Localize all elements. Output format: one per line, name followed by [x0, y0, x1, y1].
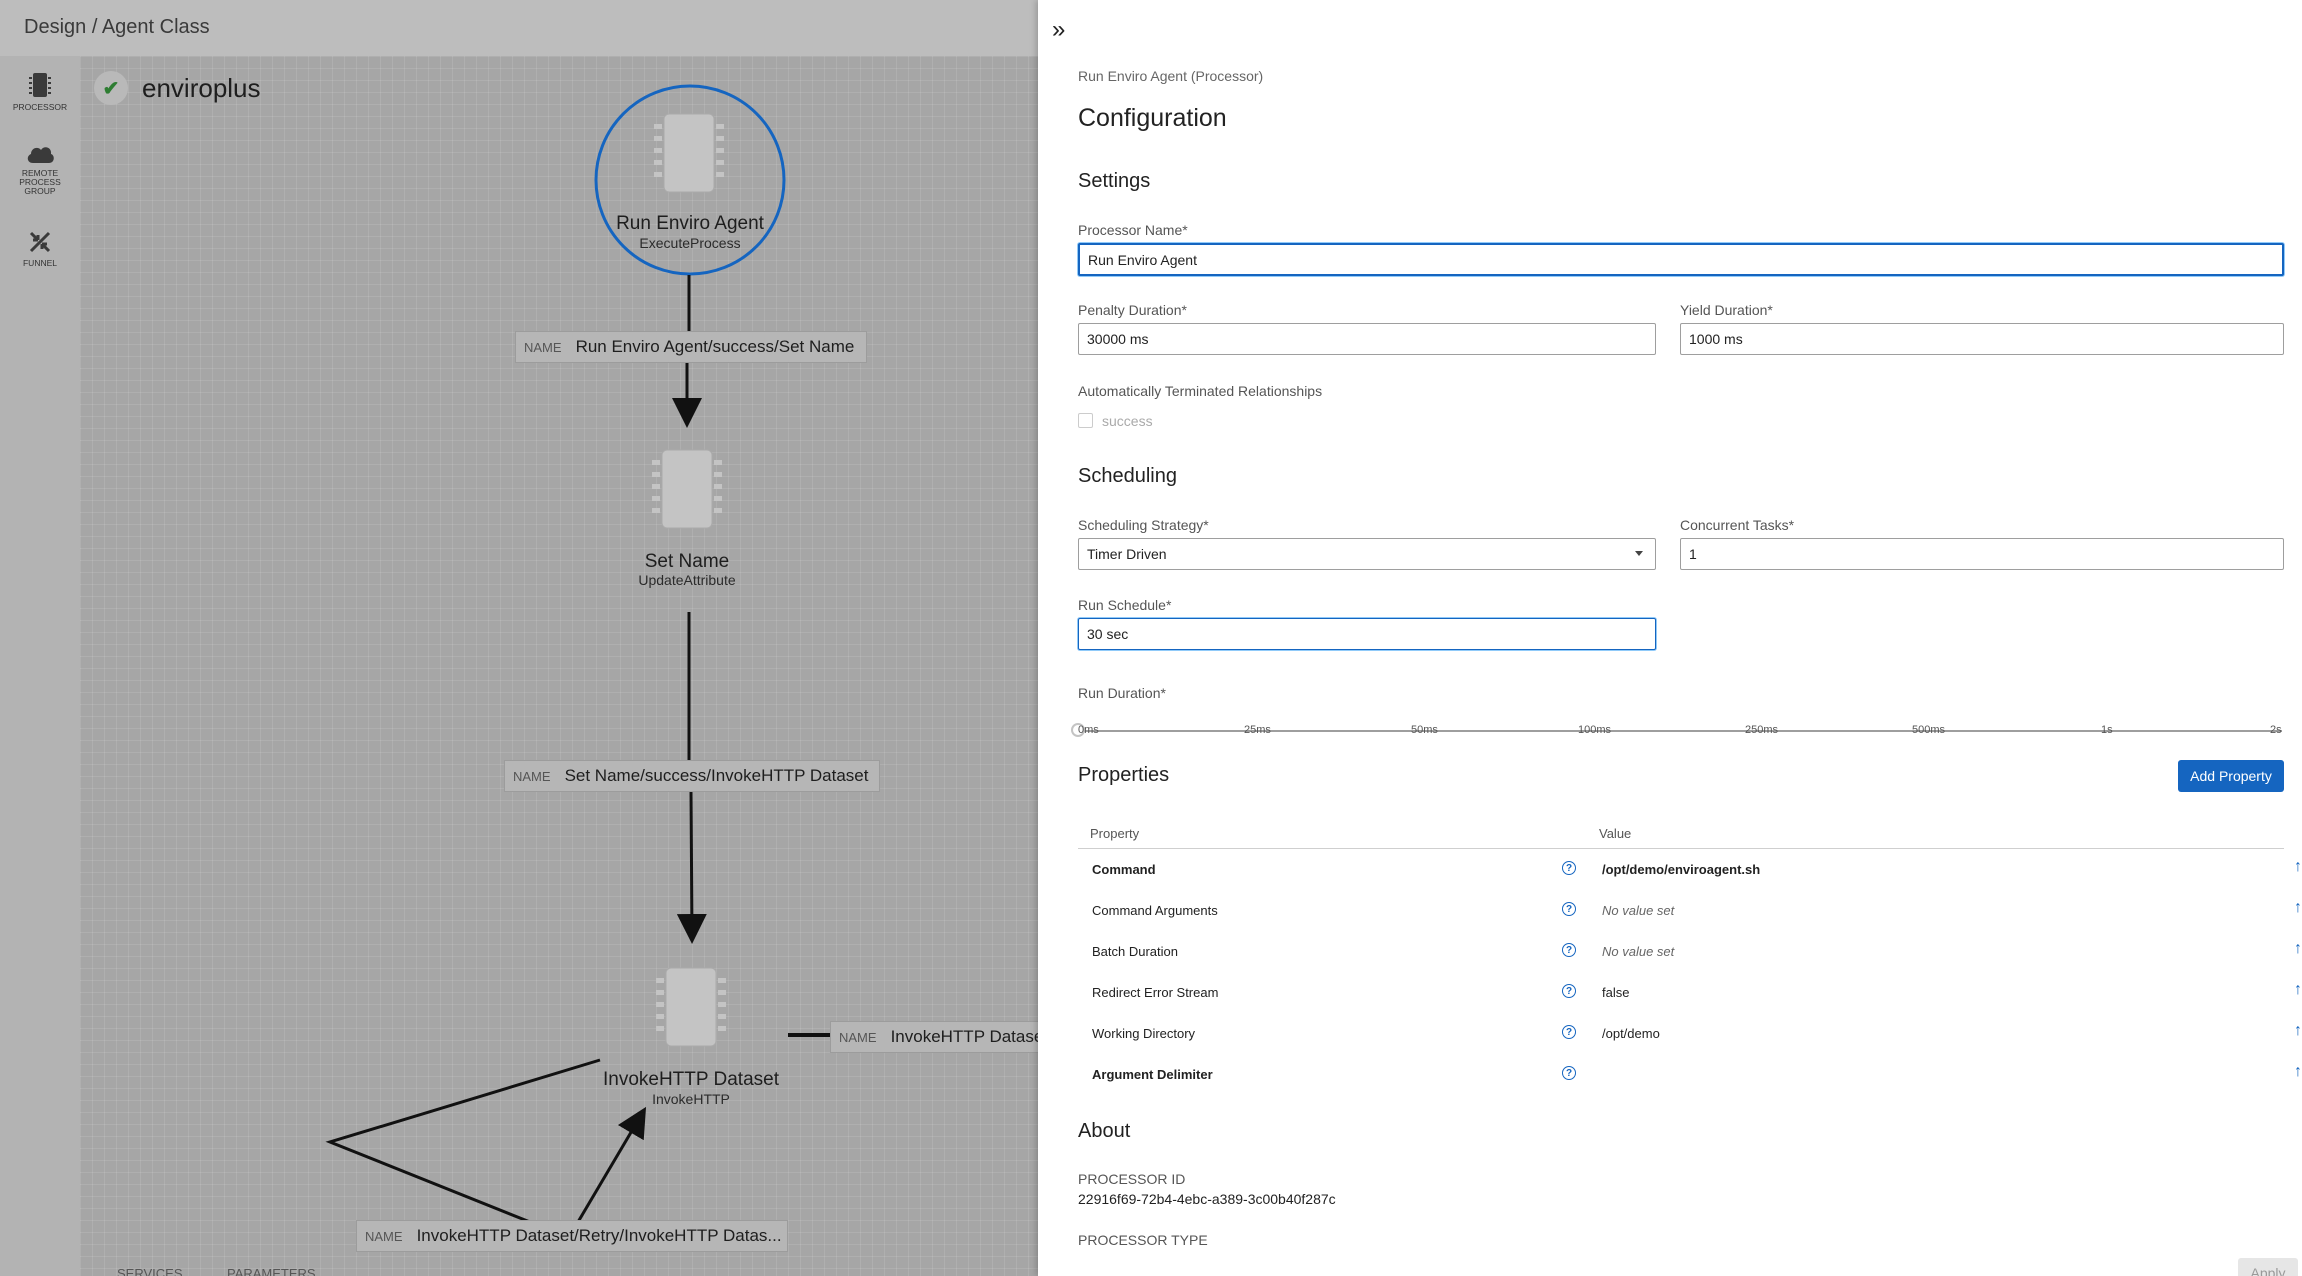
slider-tick: 1s — [2101, 724, 2113, 736]
slider-tick: 100ms — [1578, 724, 1612, 736]
arrow-up-icon[interactable]: ↑ — [2294, 858, 2302, 876]
add-property-button[interactable]: Add Property — [2178, 760, 2284, 792]
help-circle-icon[interactable]: ? — [1562, 943, 1576, 957]
connection-label-key: NAME — [839, 1029, 877, 1045]
node-type: ExecuteProcess — [639, 235, 741, 251]
scheduling-strategy-select[interactable]: Timer Driven — [1078, 538, 1656, 570]
connection-label[interactable]: NAME Set Name/success/InvokeHTTP Dataset — [504, 760, 880, 792]
property-name: Redirect Error Stream — [1092, 985, 1219, 1000]
yield-duration-input[interactable]: 1000 ms — [1680, 323, 2284, 355]
arrow-up-icon[interactable]: ↑ — [2294, 981, 2302, 999]
canvas-connections — [325, 84, 830, 1224]
connection-label-key: NAME — [365, 1228, 403, 1244]
column-header-value: Value — [1599, 826, 1632, 841]
yield-duration-label: Yield Duration* — [1680, 302, 1773, 318]
help-circle-icon[interactable]: ? — [1562, 902, 1576, 916]
success-checkbox[interactable] — [1078, 413, 1093, 428]
slider-tick: 250ms — [1745, 724, 1779, 736]
slider-tick: 25ms — [1244, 724, 1271, 736]
table-row[interactable]: Redirect Error Stream ? false ↑ — [1078, 973, 2302, 1014]
flow-canvas-area: Design / Agent Class PROCESSOR REMOTE PR… — [0, 0, 1038, 1276]
help-circle-icon[interactable]: ? — [1562, 984, 1576, 998]
success-checkbox-label: success — [1102, 413, 1153, 429]
node-title[interactable]: Set Name — [587, 552, 787, 572]
about-heading: About — [1078, 1120, 1131, 1142]
scheduling-strategy-value: Timer Driven — [1087, 546, 1167, 562]
table-row[interactable]: Working Directory ? /opt/demo ↑ — [1078, 1014, 2302, 1055]
property-name: Command Arguments — [1092, 903, 1218, 918]
concurrent-tasks-label: Concurrent Tasks* — [1680, 517, 1795, 533]
table-row[interactable]: Argument Delimiter ? ↑ — [1078, 1055, 2302, 1096]
connection-line-4b[interactable] — [576, 1106, 647, 1223]
connection-label[interactable]: NAME InvokeHTTP Datase — [830, 1021, 1038, 1053]
property-value[interactable]: /opt/demo — [1602, 1026, 1660, 1041]
table-row[interactable]: Command ? /opt/demo/enviroagent.sh ↑ — [1078, 850, 2302, 891]
slider-tick: 50ms — [1411, 724, 1438, 736]
connection-label-value: Run Enviro Agent/success/Set Name — [575, 337, 855, 356]
run-schedule-label: Run Schedule* — [1078, 597, 1172, 613]
scheduling-heading: Scheduling — [1078, 465, 1177, 487]
connection-label[interactable]: NAME Run Enviro Agent/success/Set Name — [515, 331, 867, 363]
panel-subtitle: Run Enviro Agent (Processor) — [1078, 68, 1264, 84]
processor-type-label: PROCESSOR TYPE — [1078, 1232, 1208, 1248]
connection-label-value: Set Name/success/InvokeHTTP Dataset — [564, 766, 869, 785]
slider-tick: 2s — [2270, 724, 2282, 736]
property-value[interactable]: false — [1602, 985, 1629, 1000]
connection-line-4a[interactable] — [325, 1058, 601, 1224]
node-type: UpdateAttribute — [638, 572, 736, 588]
help-circle-icon[interactable]: ? — [1562, 861, 1576, 875]
table-header-divider — [1078, 848, 2284, 849]
connection-label[interactable]: NAME InvokeHTTP Dataset/Retry/InvokeHTTP… — [356, 1220, 788, 1252]
column-header-property: Property — [1090, 826, 1140, 841]
processor-id-value: 22916f69-72b4-4ebc-a389-3c00b40f287c — [1078, 1191, 1336, 1207]
connection-label-key: NAME — [524, 339, 562, 355]
slider-tick: 500ms — [1912, 724, 1946, 736]
concurrent-tasks-input[interactable]: 1 — [1680, 538, 2284, 570]
processor-id-label: PROCESSOR ID — [1078, 1171, 1186, 1187]
auto-terminated-label: Automatically Terminated Relationships — [1078, 383, 1323, 399]
chevron-down-icon — [1635, 551, 1643, 556]
slider-tick: 0ms — [1078, 724, 1099, 736]
panel-title: Configuration — [1078, 104, 1227, 132]
run-duration-label: Run Duration* — [1078, 685, 1166, 701]
table-row[interactable]: Batch Duration ? No value set ↑ — [1078, 932, 2302, 973]
processor-name-label: Processor Name* — [1078, 222, 1188, 238]
arrow-up-icon[interactable]: ↑ — [2294, 899, 2302, 917]
help-circle-icon[interactable]: ? — [1562, 1025, 1576, 1039]
processor-icon[interactable] — [652, 449, 722, 529]
arrow-up-icon[interactable]: ↑ — [2294, 940, 2302, 958]
property-name: Working Directory — [1092, 1026, 1196, 1041]
connection-label-value: InvokeHTTP Datase — [890, 1027, 1038, 1046]
node-title[interactable]: InvokeHTTP Dataset — [566, 1070, 816, 1090]
penalty-duration-input[interactable]: 30000 ms — [1078, 323, 1656, 355]
double-chevron-right-icon[interactable]: » — [1052, 16, 1065, 44]
arrow-up-icon[interactable]: ↑ — [2294, 1063, 2302, 1081]
property-name: Argument Delimiter — [1092, 1067, 1213, 1082]
property-value[interactable]: /opt/demo/enviroagent.sh — [1602, 862, 1760, 877]
arrow-up-icon[interactable]: ↑ — [2294, 1022, 2302, 1040]
property-name: Command — [1092, 862, 1156, 877]
settings-heading: Settings — [1078, 170, 1151, 192]
node-title[interactable]: Run Enviro Agent — [590, 214, 790, 234]
connection-label-key: NAME — [513, 768, 551, 784]
configuration-panel: » Run Enviro Agent (Processor) Configura… — [1038, 0, 2302, 1276]
scheduling-strategy-label: Scheduling Strategy* — [1078, 517, 1209, 533]
processor-icon[interactable] — [654, 113, 724, 193]
tab-parameters[interactable]: PARAMETERS — [227, 1266, 316, 1276]
properties-heading: Properties — [1078, 764, 1170, 786]
property-value[interactable]: No value set — [1602, 944, 1674, 959]
connection-line-2b[interactable] — [676, 789, 707, 944]
apply-button[interactable]: Apply — [2238, 1258, 2298, 1276]
connection-label-value: InvokeHTTP Dataset/Retry/InvokeHTTP Data… — [416, 1226, 782, 1245]
processor-icon[interactable] — [656, 967, 726, 1047]
node-type: InvokeHTTP — [652, 1091, 730, 1107]
penalty-duration-label: Penalty Duration* — [1078, 302, 1187, 318]
processor-name-input[interactable]: Run Enviro Agent — [1078, 243, 2284, 276]
tab-services[interactable]: SERVICES — [117, 1266, 183, 1276]
run-schedule-input[interactable]: 30 sec — [1078, 618, 1656, 650]
help-circle-icon[interactable]: ? — [1562, 1066, 1576, 1080]
property-value[interactable]: No value set — [1602, 903, 1674, 918]
property-name: Batch Duration — [1092, 944, 1178, 959]
table-row[interactable]: Command Arguments ? No value set ↑ — [1078, 891, 2302, 932]
